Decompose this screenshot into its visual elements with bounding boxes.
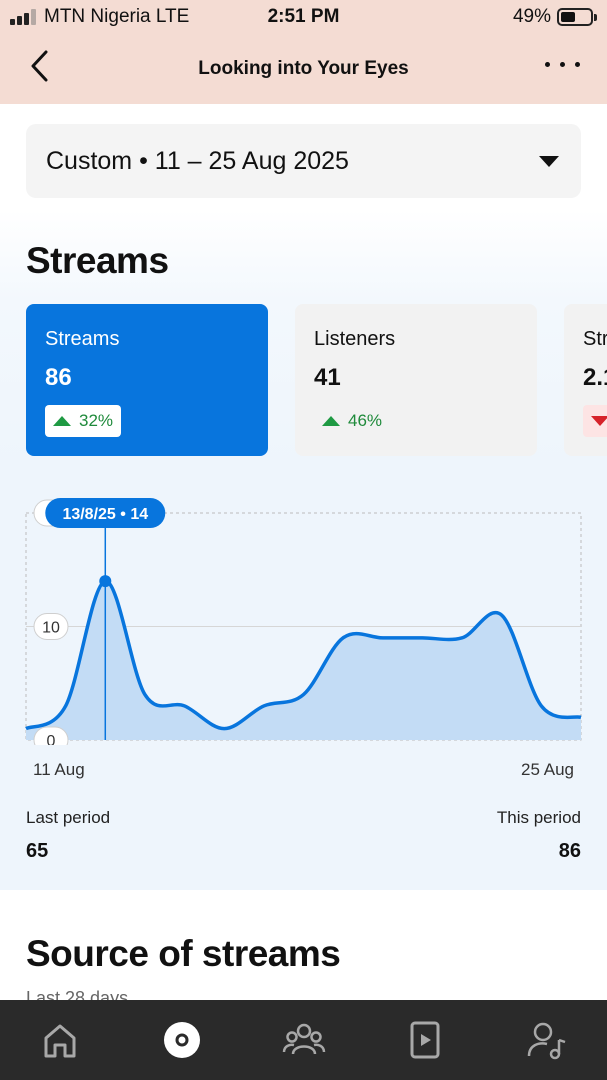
change-badge: 46% (314, 405, 390, 437)
metric-value: 86 (45, 364, 72, 391)
change-badge: 32% (45, 405, 122, 437)
nav-home[interactable] (38, 1018, 82, 1062)
data-point-17-aug (261, 703, 267, 709)
artist-profile-icon (527, 1022, 566, 1060)
more-options-button[interactable] (543, 50, 583, 80)
this-period-value: 86 (558, 840, 581, 862)
play-video-icon (410, 1021, 440, 1059)
music-disc-icon (164, 1022, 200, 1058)
x-tick-label-end: 25 Aug (521, 760, 574, 779)
data-point-23-aug (499, 612, 505, 618)
data-point-15-aug (182, 703, 188, 709)
source-heading: Source of streams (26, 933, 341, 974)
streams-chart[interactable]: 210013/8/25 • 14 (0, 495, 607, 745)
bottom-nav (0, 1000, 607, 1080)
last-period-label: Last period (26, 808, 111, 827)
data-point-18-aug (301, 692, 307, 698)
top-bar: MTN Nigeria LTE 2:51 PM 49% Looking into… (0, 0, 607, 104)
date-range-label: Custom • 11 – 25 Aug 2025 (46, 147, 349, 175)
nav-music[interactable] (160, 1018, 204, 1062)
y-tick-0: 0 (47, 733, 56, 745)
battery-icon (557, 8, 597, 26)
metric-card-streams[interactable]: Streams 86 32% (26, 304, 268, 456)
data-point-22-aug (459, 635, 465, 641)
data-point-19-aug (340, 635, 346, 641)
metric-label: Str (583, 328, 607, 350)
data-point-14-aug (142, 692, 148, 698)
change-badge (583, 405, 607, 437)
data-point-11-aug (23, 726, 29, 732)
tooltip-point (99, 575, 112, 588)
x-tick-label-start: 11 Aug (33, 760, 85, 779)
metric-card-listeners[interactable]: Listeners 41 46% (295, 304, 537, 456)
nav-profile[interactable] (525, 1018, 569, 1062)
change-value: 32% (79, 411, 114, 430)
last-period-value: 65 (26, 840, 49, 862)
data-point-21-aug (419, 635, 425, 641)
metric-label: Listeners (314, 328, 396, 350)
page-header: Looking into Your Eyes (0, 40, 607, 100)
data-point-25-aug (578, 714, 584, 720)
page-title: Looking into Your Eyes (198, 58, 409, 79)
metric-card-third[interactable]: Str 2.1 (564, 304, 607, 456)
metric-label: Streams (45, 328, 120, 350)
arrow-up-icon (322, 416, 340, 426)
tooltip-label: 13/8/25 • 14 (62, 506, 148, 523)
arrow-up-icon (53, 416, 71, 426)
change-value: 46% (348, 411, 383, 430)
caret-down-icon (539, 156, 559, 167)
nav-video[interactable] (403, 1018, 447, 1062)
date-range-dropdown[interactable]: Custom • 11 – 25 Aug 2025 (26, 124, 581, 198)
data-point-16-aug (221, 726, 227, 732)
metric-value: 2.1 (583, 364, 607, 391)
data-point-20-aug (380, 635, 386, 641)
status-bar: MTN Nigeria LTE 2:51 PM 49% (0, 0, 607, 34)
streams-heading: Streams (26, 240, 169, 281)
nav-audience[interactable] (282, 1018, 326, 1062)
metric-cards: Streams 86 32% Listeners 41 46% Str 2.1 (26, 304, 607, 456)
y-tick-10: 10 (42, 620, 60, 637)
metric-value: 41 (314, 364, 341, 391)
data-point-24-aug (538, 703, 544, 709)
home-icon (44, 1024, 76, 1058)
this-period-label: This period (496, 808, 581, 827)
audience-icon (282, 1023, 326, 1055)
arrow-down-icon (591, 416, 607, 426)
series-area (26, 581, 581, 740)
battery-percent: 49% (512, 6, 551, 27)
data-point-12-aug (63, 703, 69, 709)
